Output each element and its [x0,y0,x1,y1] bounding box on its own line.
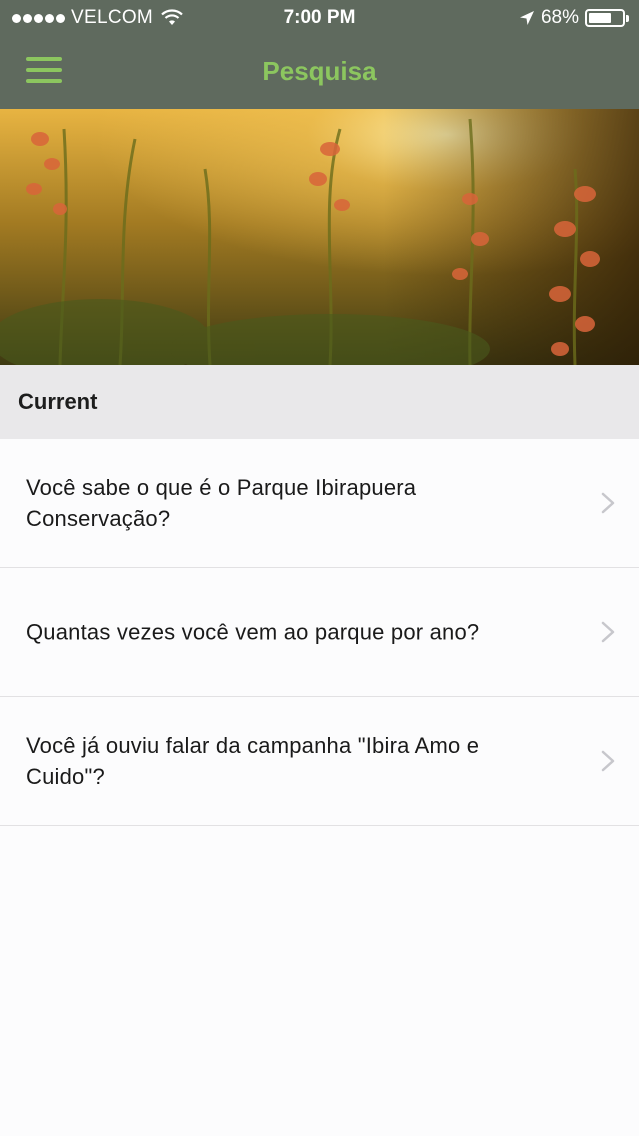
list-item[interactable]: Você sabe o que é o Parque Ibirapuera Co… [0,439,639,568]
chevron-right-icon [601,492,615,514]
survey-question: Quantas vezes você vem ao parque por ano… [26,619,480,645]
list-item[interactable]: Quantas vezes você vem ao parque por ano… [0,568,639,697]
navigation-bar: Pesquisa [0,40,639,106]
battery-fill [589,13,611,23]
battery-percent: 68% [540,7,579,28]
status-bar: VELCOM 7:00 PM 68% [0,0,639,36]
location-arrow-icon [519,11,534,25]
battery-icon [585,9,625,27]
app-header: VELCOM 7:00 PM 68% Pesquisa [0,0,639,109]
hero-image [0,109,639,365]
survey-question: Você já ouviu falar da campanha "Ibira A… [26,733,480,789]
battery-tip [626,14,629,22]
section-label: Current [18,389,98,414]
section-header: Current [0,365,639,439]
wildflowers-photo [0,109,639,365]
chevron-right-icon [601,621,615,643]
status-right: 68% [519,7,629,29]
survey-list: Você sabe o que é o Parque Ibirapuera Co… [0,439,639,826]
list-item[interactable]: Você já ouviu falar da campanha "Ibira A… [0,697,639,826]
survey-question: Você sabe o que é o Parque Ibirapuera Co… [26,475,417,531]
chevron-right-icon [601,750,615,772]
page-title: Pesquisa [262,56,377,86]
